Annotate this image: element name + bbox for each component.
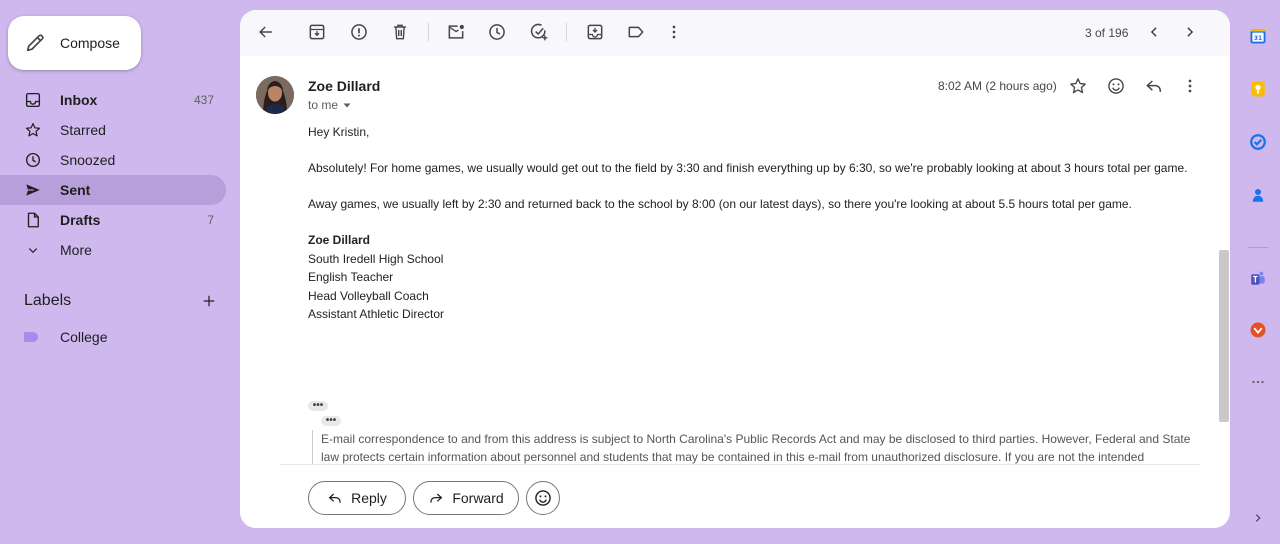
report-spam-icon[interactable] <box>349 22 369 42</box>
recipient-details[interactable]: to me <box>308 98 352 112</box>
scrollbar-thumb[interactable] <box>1219 250 1229 422</box>
label-icon[interactable] <box>626 22 646 42</box>
label-tag-icon <box>24 332 38 342</box>
pager-count: 3 of 196 <box>1085 26 1129 40</box>
mark-unread-icon[interactable] <box>446 22 466 42</box>
emoji-reaction-icon[interactable] <box>1106 76 1126 96</box>
recipient-text: to me <box>308 98 339 112</box>
clock-icon <box>24 151 42 169</box>
forward-icon <box>428 490 444 506</box>
compose-button[interactable]: Compose <box>8 16 141 70</box>
rail-divider <box>1248 247 1268 248</box>
side-panel-rail: 31 <box>1240 0 1280 544</box>
forward-label: Forward <box>452 490 504 506</box>
labels-heading: Labels <box>24 292 72 309</box>
nav-item-inbox[interactable]: Inbox 437 <box>0 85 226 115</box>
compose-label: Compose <box>60 35 120 51</box>
send-icon <box>24 181 42 199</box>
signature-line: South Iredell High School <box>308 251 444 266</box>
archive-icon[interactable] <box>307 22 327 42</box>
expand-icon[interactable] <box>1248 508 1268 528</box>
nav-item-more[interactable]: More <box>0 235 226 265</box>
draft-icon <box>24 211 42 229</box>
nav-item-label: Starred <box>60 122 106 138</box>
body-paragraph: Absolutely! For home games, we usually w… <box>308 161 1188 175</box>
show-quoted-content-button[interactable]: ••• <box>321 416 341 426</box>
nav-item-label: Sent <box>60 182 91 198</box>
labels-header: Labels <box>24 290 218 312</box>
emoji-reaction-button[interactable] <box>526 481 560 515</box>
calendar-icon[interactable]: 31 <box>1248 26 1268 46</box>
more-vert-icon[interactable] <box>1180 76 1200 96</box>
caret-down-icon <box>342 100 352 110</box>
unread-count: 437 <box>193 93 214 107</box>
star-icon <box>24 121 42 139</box>
reply-icon <box>327 490 343 506</box>
signature-line: Head Volleyball Coach <box>308 288 429 303</box>
sender-avatar <box>256 76 294 114</box>
nav-item-label: More <box>60 242 92 258</box>
greeting: Hey Kristin, <box>308 125 370 139</box>
nav-item-label: Drafts <box>60 212 101 228</box>
tasks-icon[interactable] <box>1248 132 1268 152</box>
reply-label: Reply <box>351 490 387 506</box>
drafts-count: 7 <box>207 213 214 227</box>
signature-name: Zoe Dillard <box>308 233 371 247</box>
message-toolbar: 3 of 196 <box>240 10 1230 56</box>
toolbar-divider <box>428 23 429 41</box>
addon-icon[interactable] <box>1248 320 1268 340</box>
teams-icon[interactable] <box>1248 268 1268 288</box>
older-chevron-icon[interactable] <box>1144 22 1164 42</box>
toolbar-divider <box>566 23 567 41</box>
back-arrow-icon[interactable] <box>256 22 276 42</box>
nav-item-starred[interactable]: Starred <box>0 115 226 145</box>
snooze-icon[interactable] <box>487 22 507 42</box>
message-timestamp: 8:02 AM (2 hours ago) <box>938 79 1057 93</box>
reply-icon[interactable] <box>1144 76 1164 96</box>
star-icon[interactable] <box>1068 76 1088 96</box>
move-to-icon[interactable] <box>585 22 605 42</box>
more-vert-icon[interactable] <box>664 22 684 42</box>
signature-line: English Teacher <box>308 270 394 284</box>
label-item-college[interactable]: College <box>24 326 107 348</box>
pencil-icon <box>24 32 46 54</box>
keep-icon[interactable] <box>1248 79 1268 99</box>
delete-icon[interactable] <box>390 22 410 42</box>
signature-line: Assistant Athletic Director <box>308 307 445 321</box>
add-label-icon[interactable] <box>200 292 218 310</box>
signature: Zoe Dillard South Iredell High School En… <box>308 231 1188 324</box>
show-trimmed-content-button[interactable]: ••• <box>308 401 328 411</box>
body-paragraph: Away games, we usually left by 2:30 and … <box>308 197 1132 211</box>
contacts-icon[interactable] <box>1248 185 1268 205</box>
svg-text:31: 31 <box>1254 35 1262 42</box>
chevron-down-icon <box>24 241 42 259</box>
inbox-icon <box>24 91 42 109</box>
reply-button[interactable]: Reply <box>308 481 406 515</box>
nav-item-drafts[interactable]: Drafts 7 <box>0 205 226 235</box>
reply-divider <box>280 464 1200 465</box>
more-horiz-icon[interactable] <box>1248 372 1268 392</box>
nav-item-sent[interactable]: Sent <box>0 175 226 205</box>
sender-name: Zoe Dillard <box>308 78 381 94</box>
forward-button[interactable]: Forward <box>413 481 519 515</box>
nav-item-label: Inbox <box>60 92 98 108</box>
nav-list: Inbox 437 Starred Snoozed Sent Drafts 7 … <box>0 85 226 265</box>
emoji-icon <box>533 488 553 508</box>
nav-item-snoozed[interactable]: Snoozed <box>0 145 226 175</box>
add-task-icon[interactable] <box>529 22 549 42</box>
message-panel: 3 of 196 Zoe Dillard to me 8:02 AM (2 ho… <box>240 10 1230 528</box>
message-body: Hey Kristin, Absolutely! For home games,… <box>308 123 1188 324</box>
quoted-disclaimer: E-mail correspondence to and from this a… <box>312 430 1192 466</box>
left-sidebar: Compose Inbox 437 Starred Snoozed Sent D… <box>0 0 240 544</box>
newer-chevron-icon[interactable] <box>1180 22 1200 42</box>
nav-item-label: Snoozed <box>60 152 116 168</box>
label-item-text: College <box>60 329 108 345</box>
